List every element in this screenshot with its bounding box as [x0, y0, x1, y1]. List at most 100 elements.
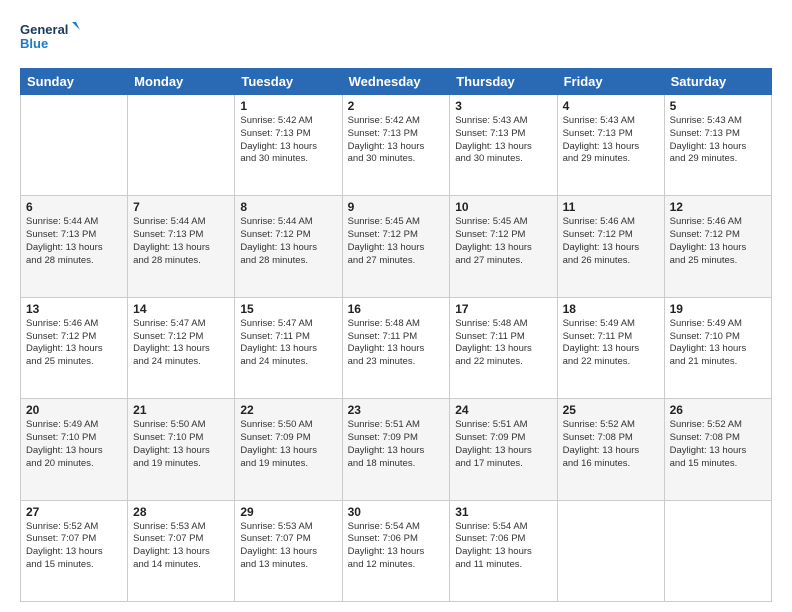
calendar-cell: 18 Sunrise: 5:49 AM Sunset: 7:11 PM Dayli…	[557, 297, 664, 398]
day-number: 24	[455, 403, 551, 417]
day-info: Sunrise: 5:50 AM Sunset: 7:09 PM Dayligh…	[240, 419, 336, 470]
calendar-cell: 13 Sunrise: 5:46 AM Sunset: 7:12 PM Dayli…	[21, 297, 128, 398]
svg-text:General: General	[20, 22, 68, 37]
day-number: 7	[133, 200, 229, 214]
day-number: 12	[670, 200, 766, 214]
calendar-cell: 11 Sunrise: 5:46 AM Sunset: 7:12 PM Dayli…	[557, 196, 664, 297]
calendar-cell: 8 Sunrise: 5:44 AM Sunset: 7:12 PM Daylig…	[235, 196, 342, 297]
calendar-week-row: 1 Sunrise: 5:42 AM Sunset: 7:13 PM Daylig…	[21, 95, 772, 196]
day-of-week-header: Saturday	[664, 69, 771, 95]
day-number: 14	[133, 302, 229, 316]
calendar-cell: 22Sunrise: 5:50 AM Sunset: 7:09 PM Dayli…	[235, 399, 342, 500]
calendar-cell: 20 Sunrise: 5:49 AM Sunset: 7:10 PM Dayli…	[21, 399, 128, 500]
day-number: 26	[670, 403, 766, 417]
day-info: Sunrise: 5:49 AM Sunset: 7:11 PM Dayligh…	[563, 318, 659, 369]
day-info: Sunrise: 5:47 AM Sunset: 7:11 PM Dayligh…	[240, 318, 336, 369]
day-number: 15	[240, 302, 336, 316]
day-number: 16	[348, 302, 445, 316]
day-number: 4	[563, 99, 659, 113]
calendar-cell	[557, 500, 664, 601]
day-info: Sunrise: 5:47 AM Sunset: 7:12 PM Dayligh…	[133, 318, 229, 369]
day-number: 11	[563, 200, 659, 214]
day-number: 2	[348, 99, 445, 113]
day-number: 13	[26, 302, 122, 316]
day-info: Sunrise: 5:46 AM Sunset: 7:12 PM Dayligh…	[26, 318, 122, 369]
day-info: Sunrise: 5:43 AM Sunset: 7:13 PM Dayligh…	[670, 115, 766, 166]
day-info: Sunrise: 5:42 AM Sunset: 7:13 PM Dayligh…	[240, 115, 336, 166]
calendar-week-row: 20 Sunrise: 5:49 AM Sunset: 7:10 PM Dayli…	[21, 399, 772, 500]
calendar-cell: 12 Sunrise: 5:46 AM Sunset: 7:12 PM Dayli…	[664, 196, 771, 297]
day-number: 3	[455, 99, 551, 113]
day-number: 19	[670, 302, 766, 316]
calendar-cell	[128, 95, 235, 196]
calendar-cell: 30Sunrise: 5:54 AM Sunset: 7:06 PM Dayli…	[342, 500, 450, 601]
day-info: Sunrise: 5:43 AM Sunset: 7:13 PM Dayligh…	[563, 115, 659, 166]
day-number: 5	[670, 99, 766, 113]
calendar-cell: 31Sunrise: 5:54 AM Sunset: 7:06 PM Dayli…	[450, 500, 557, 601]
day-of-week-header: Wednesday	[342, 69, 450, 95]
day-number: 18	[563, 302, 659, 316]
day-number: 8	[240, 200, 336, 214]
day-info: Sunrise: 5:49 AM Sunset: 7:10 PM Dayligh…	[670, 318, 766, 369]
day-info: Sunrise: 5:51 AM Sunset: 7:09 PM Dayligh…	[455, 419, 551, 470]
calendar-cell: 24 Sunrise: 5:51 AM Sunset: 7:09 PM Dayli…	[450, 399, 557, 500]
day-info: Sunrise: 5:46 AM Sunset: 7:12 PM Dayligh…	[563, 216, 659, 267]
logo-svg: General Blue	[20, 18, 80, 58]
day-of-week-header: Sunday	[21, 69, 128, 95]
day-number: 1	[240, 99, 336, 113]
calendar-week-row: 6 Sunrise: 5:44 AM Sunset: 7:13 PM Daylig…	[21, 196, 772, 297]
day-info: Sunrise: 5:52 AM Sunset: 7:07 PM Dayligh…	[26, 521, 122, 572]
calendar-cell: 14 Sunrise: 5:47 AM Sunset: 7:12 PM Dayli…	[128, 297, 235, 398]
calendar-cell: 29Sunrise: 5:53 AM Sunset: 7:07 PM Dayli…	[235, 500, 342, 601]
day-info: Sunrise: 5:52 AM Sunset: 7:08 PM Dayligh…	[670, 419, 766, 470]
day-info: Sunrise: 5:44 AM Sunset: 7:13 PM Dayligh…	[26, 216, 122, 267]
calendar-week-row: 13 Sunrise: 5:46 AM Sunset: 7:12 PM Dayli…	[21, 297, 772, 398]
calendar-cell: 19 Sunrise: 5:49 AM Sunset: 7:10 PM Dayli…	[664, 297, 771, 398]
calendar-cell: 10Sunrise: 5:45 AM Sunset: 7:12 PM Dayli…	[450, 196, 557, 297]
calendar-cell: 7 Sunrise: 5:44 AM Sunset: 7:13 PM Daylig…	[128, 196, 235, 297]
calendar-cell: 23Sunrise: 5:51 AM Sunset: 7:09 PM Dayli…	[342, 399, 450, 500]
calendar-cell: 21Sunrise: 5:50 AM Sunset: 7:10 PM Dayli…	[128, 399, 235, 500]
day-number: 21	[133, 403, 229, 417]
day-number: 30	[348, 505, 445, 519]
logo: General Blue	[20, 18, 80, 58]
day-info: Sunrise: 5:46 AM Sunset: 7:12 PM Dayligh…	[670, 216, 766, 267]
calendar-cell: 26 Sunrise: 5:52 AM Sunset: 7:08 PM Dayli…	[664, 399, 771, 500]
day-number: 9	[348, 200, 445, 214]
day-info: Sunrise: 5:45 AM Sunset: 7:12 PM Dayligh…	[348, 216, 445, 267]
calendar-cell: 1 Sunrise: 5:42 AM Sunset: 7:13 PM Daylig…	[235, 95, 342, 196]
calendar-cell: 17 Sunrise: 5:48 AM Sunset: 7:11 PM Dayli…	[450, 297, 557, 398]
day-info: Sunrise: 5:52 AM Sunset: 7:08 PM Dayligh…	[563, 419, 659, 470]
calendar-cell: 9 Sunrise: 5:45 AM Sunset: 7:12 PM Daylig…	[342, 196, 450, 297]
calendar-table: SundayMondayTuesdayWednesdayThursdayFrid…	[20, 68, 772, 602]
header: General Blue	[20, 18, 772, 58]
day-info: Sunrise: 5:49 AM Sunset: 7:10 PM Dayligh…	[26, 419, 122, 470]
day-info: Sunrise: 5:48 AM Sunset: 7:11 PM Dayligh…	[455, 318, 551, 369]
calendar-cell: 6 Sunrise: 5:44 AM Sunset: 7:13 PM Daylig…	[21, 196, 128, 297]
calendar-cell	[664, 500, 771, 601]
day-info: Sunrise: 5:42 AM Sunset: 7:13 PM Dayligh…	[348, 115, 445, 166]
day-of-week-header: Tuesday	[235, 69, 342, 95]
day-info: Sunrise: 5:51 AM Sunset: 7:09 PM Dayligh…	[348, 419, 445, 470]
day-number: 17	[455, 302, 551, 316]
day-info: Sunrise: 5:44 AM Sunset: 7:12 PM Dayligh…	[240, 216, 336, 267]
day-info: Sunrise: 5:53 AM Sunset: 7:07 PM Dayligh…	[133, 521, 229, 572]
calendar-cell: 2 Sunrise: 5:42 AM Sunset: 7:13 PM Daylig…	[342, 95, 450, 196]
day-number: 10	[455, 200, 551, 214]
calendar-header-row: SundayMondayTuesdayWednesdayThursdayFrid…	[21, 69, 772, 95]
calendar-cell: 15 Sunrise: 5:47 AM Sunset: 7:11 PM Dayli…	[235, 297, 342, 398]
calendar-week-row: 27Sunrise: 5:52 AM Sunset: 7:07 PM Dayli…	[21, 500, 772, 601]
day-of-week-header: Friday	[557, 69, 664, 95]
day-info: Sunrise: 5:48 AM Sunset: 7:11 PM Dayligh…	[348, 318, 445, 369]
calendar-cell: 4 Sunrise: 5:43 AM Sunset: 7:13 PM Daylig…	[557, 95, 664, 196]
day-info: Sunrise: 5:44 AM Sunset: 7:13 PM Dayligh…	[133, 216, 229, 267]
calendar-cell	[21, 95, 128, 196]
calendar-cell: 5 Sunrise: 5:43 AM Sunset: 7:13 PM Daylig…	[664, 95, 771, 196]
day-of-week-header: Monday	[128, 69, 235, 95]
day-info: Sunrise: 5:43 AM Sunset: 7:13 PM Dayligh…	[455, 115, 551, 166]
day-info: Sunrise: 5:53 AM Sunset: 7:07 PM Dayligh…	[240, 521, 336, 572]
day-number: 6	[26, 200, 122, 214]
day-number: 28	[133, 505, 229, 519]
day-number: 25	[563, 403, 659, 417]
day-number: 20	[26, 403, 122, 417]
